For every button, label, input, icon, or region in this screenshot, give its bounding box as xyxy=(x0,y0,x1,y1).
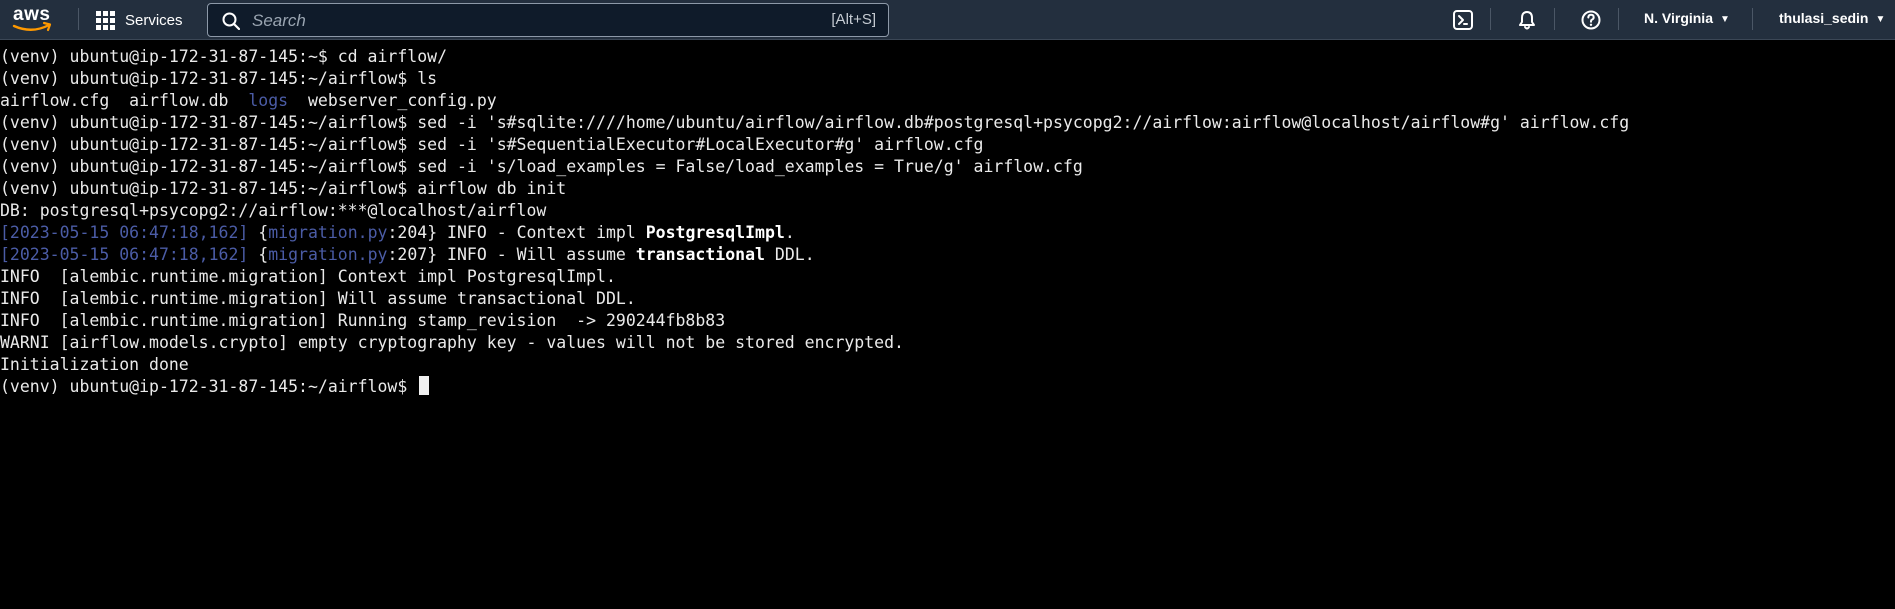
grid-menu-icon xyxy=(96,10,115,30)
log-text: . xyxy=(784,223,795,242)
log-text: { xyxy=(248,245,269,264)
services-label: Services xyxy=(125,11,183,29)
terminal-line: DB: postgresql+psycopg2://airflow:***@lo… xyxy=(0,201,547,220)
log-timestamp: [2023-05-15 06:47:18,162] xyxy=(0,245,249,264)
log-emphasis: PostgresqlImpl xyxy=(645,223,785,242)
terminal-line: Initialization done xyxy=(0,355,189,374)
log-text: :204} INFO - Context impl xyxy=(387,223,646,242)
terminal-line: (venv) ubuntu@ip-172-31-87-145:~/airflow… xyxy=(0,157,1083,176)
shell-prompt: (venv) ubuntu@ip-172-31-87-145:~/airflow… xyxy=(0,377,418,396)
account-username: thulasi_sedin xyxy=(1779,10,1869,26)
header-divider xyxy=(1752,8,1753,30)
services-menu-button[interactable]: Services xyxy=(96,6,183,34)
terminal-line: (venv) ubuntu@ip-172-31-87-145:~/airflow… xyxy=(0,179,567,198)
region-selector[interactable]: N. Virginia ▼ xyxy=(1644,10,1730,26)
log-text: { xyxy=(248,223,269,242)
ls-files: airflow.cfg airflow.db xyxy=(0,91,249,110)
terminal-line: INFO [alembic.runtime.migration] Context… xyxy=(0,267,616,286)
header-divider xyxy=(1490,8,1491,30)
aws-smile-icon xyxy=(12,21,52,32)
terminal-line: INFO [alembic.runtime.migration] Will as… xyxy=(0,289,636,308)
aws-console-header: aws Services [Alt+S] xyxy=(0,0,1895,40)
header-divider xyxy=(1554,8,1555,30)
terminal-line: WARNI [airflow.models.crypto] empty cryp… xyxy=(0,333,904,352)
terminal-cursor xyxy=(419,376,430,395)
caret-down-icon: ▼ xyxy=(1875,14,1886,25)
terminal-prompt-line[interactable]: (venv) ubuntu@ip-172-31-87-145:~/airflow… xyxy=(0,376,430,398)
terminal-line: airflow.cfg airflow.db logs webserver_co… xyxy=(0,90,497,112)
log-text: DDL. xyxy=(764,245,815,264)
log-module: migration.py xyxy=(268,223,388,242)
header-divider xyxy=(78,8,79,30)
terminal-window[interactable]: (venv) ubuntu@ip-172-31-87-145:~$ cd air… xyxy=(0,40,1895,609)
cloudshell-icon[interactable] xyxy=(1452,9,1474,31)
log-emphasis: transactional xyxy=(635,245,765,264)
search-shortcut-hint: [Alt+S] xyxy=(831,11,876,28)
help-icon[interactable] xyxy=(1580,9,1602,31)
aws-logo[interactable]: aws xyxy=(10,4,58,34)
search-input[interactable] xyxy=(250,8,814,34)
terminal-log-line: [2023-05-15 06:47:18,162] {migration.py:… xyxy=(0,222,795,244)
search-bar[interactable]: [Alt+S] xyxy=(207,3,889,37)
ls-directory: logs xyxy=(248,91,289,110)
terminal-line: (venv) ubuntu@ip-172-31-87-145:~$ cd air… xyxy=(0,47,448,66)
ls-files: webserver_config.py xyxy=(288,91,497,110)
terminal-line: (venv) ubuntu@ip-172-31-87-145:~/airflow… xyxy=(0,135,984,154)
search-icon xyxy=(222,12,240,30)
terminal-log-line: [2023-05-15 06:47:18,162] {migration.py:… xyxy=(0,244,815,266)
header-divider xyxy=(1618,8,1619,30)
caret-down-icon: ▼ xyxy=(1719,14,1730,25)
notifications-bell-icon[interactable] xyxy=(1516,9,1538,31)
log-text: :207} INFO - Will assume xyxy=(387,245,636,264)
terminal-line: INFO [alembic.runtime.migration] Running… xyxy=(0,311,726,330)
terminal-line: (venv) ubuntu@ip-172-31-87-145:~/airflow… xyxy=(0,69,438,88)
terminal-line: (venv) ubuntu@ip-172-31-87-145:~/airflow… xyxy=(0,113,1630,132)
account-menu[interactable]: thulasi_sedin ▼ xyxy=(1779,10,1885,26)
log-module: migration.py xyxy=(268,245,388,264)
log-timestamp: [2023-05-15 06:47:18,162] xyxy=(0,223,249,242)
region-label: N. Virginia xyxy=(1644,10,1713,26)
